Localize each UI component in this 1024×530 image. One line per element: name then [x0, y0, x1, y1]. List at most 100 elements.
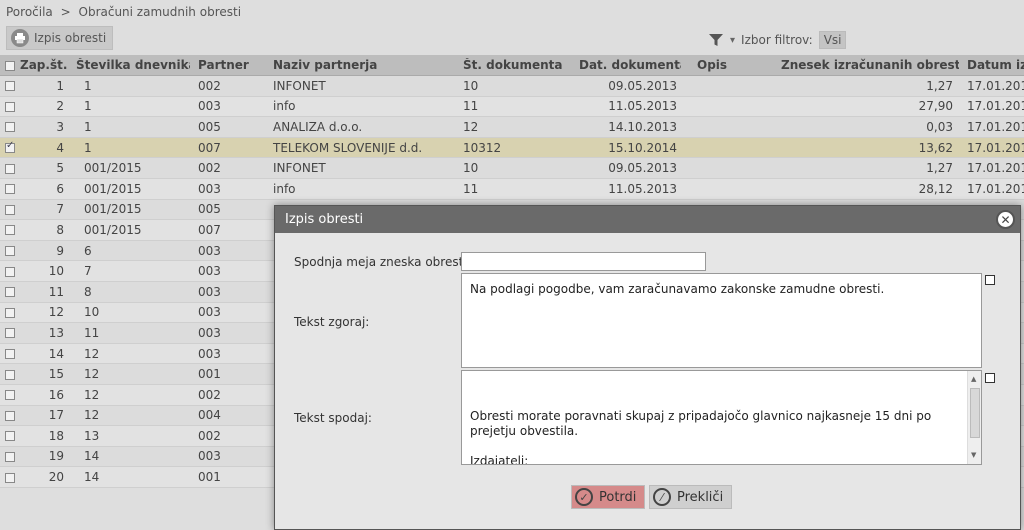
filter-icon[interactable]	[708, 32, 724, 48]
table-row[interactable]: 5 001/2015 002 INFONET 10 09.05.2013 1,27 17.01…	[0, 158, 1024, 179]
col-header[interactable]: Znesek izračunanih obresti	[781, 58, 959, 72]
table-cell: 1	[84, 78, 92, 93]
row-checkbox-cell[interactable]	[0, 285, 18, 299]
scroll-up-icon[interactable]: ▲	[971, 372, 976, 387]
row-checkbox-cell[interactable]	[0, 449, 18, 463]
row-checkbox[interactable]	[5, 307, 15, 318]
table-row[interactable]: 1 1 002 INFONET 10 09.05.2013 1,27 17.01.201	[0, 76, 1024, 97]
row-checkbox-cell[interactable]	[0, 244, 18, 258]
table-cell: 10	[463, 78, 479, 93]
col-header[interactable]: Partner	[190, 58, 265, 72]
table-cell: 20	[48, 470, 64, 485]
filter-select[interactable]: Vsi	[818, 31, 847, 49]
row-checkbox[interactable]	[5, 369, 15, 380]
table-row[interactable]: 2 1 003 info 11 11.05.2013 27,90 17.01.201	[0, 96, 1024, 118]
confirm-label: Potrdi	[599, 489, 637, 505]
confirm-button[interactable]: ✓ Potrdi	[571, 485, 646, 509]
row-checkbox[interactable]	[5, 122, 15, 133]
row-checkbox-cell[interactable]	[0, 120, 18, 134]
row-checkbox-cell[interactable]	[0, 347, 18, 361]
scroll-thumb[interactable]	[970, 388, 980, 438]
table-cell: 09.05.2013	[608, 78, 677, 93]
table-cell: 16	[48, 387, 64, 402]
row-checkbox[interactable]	[5, 390, 15, 401]
row-checkbox-cell[interactable]	[0, 305, 18, 319]
row-checkbox[interactable]	[5, 81, 15, 92]
row-checkbox-cell[interactable]	[0, 326, 18, 340]
cancel-button[interactable]: ⁄ Prekliči	[649, 485, 733, 509]
table-cell: 3	[56, 119, 64, 134]
select-all-checkbox[interactable]	[5, 60, 15, 71]
col-header[interactable]: Datum izra	[959, 58, 1024, 72]
row-checkbox-cell[interactable]	[0, 99, 18, 113]
table-cell: 12	[84, 387, 100, 402]
print-interest-button[interactable]: Izpis obresti	[6, 26, 114, 50]
row-checkbox-cell[interactable]	[0, 470, 18, 484]
row-checkbox[interactable]	[5, 328, 15, 339]
table-cell: 14	[84, 449, 100, 464]
row-checkbox-cell[interactable]	[0, 79, 18, 93]
filter-area: ▾ Izbor filtrov: Vsi	[708, 31, 847, 49]
bottom-text-scrollbar[interactable]: ▲ ▼	[967, 371, 981, 464]
table-cell: TELEKOM SLOVENIJE d.d.	[273, 140, 423, 155]
row-checkbox-cell[interactable]	[0, 264, 18, 278]
row-checkbox-cell[interactable]	[0, 367, 18, 381]
row-checkbox-cell[interactable]	[0, 223, 18, 237]
bottom-text-area[interactable]: Obresti morate poravnati skupaj z pripad…	[461, 370, 982, 465]
table-cell: 003	[198, 99, 221, 114]
col-header[interactable]: Dat. dokumenta	[579, 58, 681, 72]
dialog-title: Izpis obresti	[285, 212, 364, 227]
table-row[interactable]: 6 001/2015 003 info 11 11.05.2013 28,12 17.01.2…	[0, 178, 1024, 200]
table-row[interactable]: 4 1 007 TELEKOM SLOVENIJE d.d. 10312 15.10.20…	[0, 137, 1024, 159]
row-checkbox[interactable]	[5, 225, 15, 236]
row-checkbox[interactable]	[5, 101, 15, 112]
scroll-down-icon[interactable]: ▼	[971, 448, 976, 463]
row-checkbox-cell[interactable]	[0, 202, 18, 216]
breadcrumb: Poročila > Obračuni zamudnih obresti	[6, 5, 241, 19]
table-cell: 001/2015	[84, 181, 142, 196]
table-cell: 8	[56, 222, 64, 237]
row-checkbox-cell[interactable]	[0, 141, 18, 155]
chevron-down-icon[interactable]: ▾	[730, 35, 735, 46]
row-checkbox[interactable]	[5, 472, 15, 483]
table-cell: 17.01.201	[967, 140, 1024, 155]
min-amount-label: Spodnja meja zneska obresti:	[294, 255, 471, 269]
row-checkbox[interactable]	[5, 349, 15, 360]
min-amount-input[interactable]	[461, 252, 706, 271]
row-checkbox[interactable]	[5, 266, 15, 277]
table-cell: 14.10.2013	[608, 119, 677, 134]
table-cell: 1,27	[926, 78, 953, 93]
table-row[interactable]: 3 1 005 ANALIZA d.o.o. 12 14.10.2013 0,03 17.01…	[0, 117, 1024, 138]
table-cell: 7	[56, 202, 64, 217]
row-checkbox[interactable]	[5, 163, 15, 174]
expand-bottom-text-icon[interactable]	[985, 373, 995, 383]
row-checkbox-cell[interactable]	[0, 429, 18, 443]
col-header[interactable]: Št. dokumenta	[451, 58, 579, 72]
breadcrumb-root[interactable]: Poročila	[6, 5, 53, 19]
row-checkbox[interactable]	[5, 431, 15, 442]
row-checkbox[interactable]	[5, 141, 15, 154]
row-checkbox[interactable]	[5, 410, 15, 421]
select-all-checkbox-cell[interactable]	[0, 58, 18, 72]
table-cell: 9	[56, 243, 64, 258]
row-checkbox-cell[interactable]	[0, 161, 18, 175]
row-checkbox[interactable]	[5, 287, 15, 298]
row-checkbox[interactable]	[5, 184, 15, 195]
table-cell: 17.01.201	[967, 161, 1024, 176]
row-checkbox-cell[interactable]	[0, 182, 18, 196]
row-checkbox-cell[interactable]	[0, 388, 18, 402]
table-cell: 17.01.201	[967, 181, 1024, 196]
col-header[interactable]: Opis	[681, 58, 781, 72]
table-cell: 003	[198, 264, 221, 279]
top-text-area[interactable]: Na podlagi pogodbe, vam zaračunavamo zak…	[461, 273, 982, 368]
col-header[interactable]: Naziv partnerja	[265, 58, 451, 72]
expand-top-text-icon[interactable]	[985, 275, 995, 285]
table-cell: 005	[198, 202, 221, 217]
row-checkbox-cell[interactable]	[0, 408, 18, 422]
col-header[interactable]: Zap.št.	[18, 58, 68, 72]
row-checkbox[interactable]	[5, 451, 15, 462]
close-icon[interactable]: ✕	[996, 210, 1015, 229]
col-header[interactable]: Številka dnevnika	[68, 58, 190, 72]
row-checkbox[interactable]	[5, 246, 15, 257]
row-checkbox[interactable]	[5, 204, 15, 215]
